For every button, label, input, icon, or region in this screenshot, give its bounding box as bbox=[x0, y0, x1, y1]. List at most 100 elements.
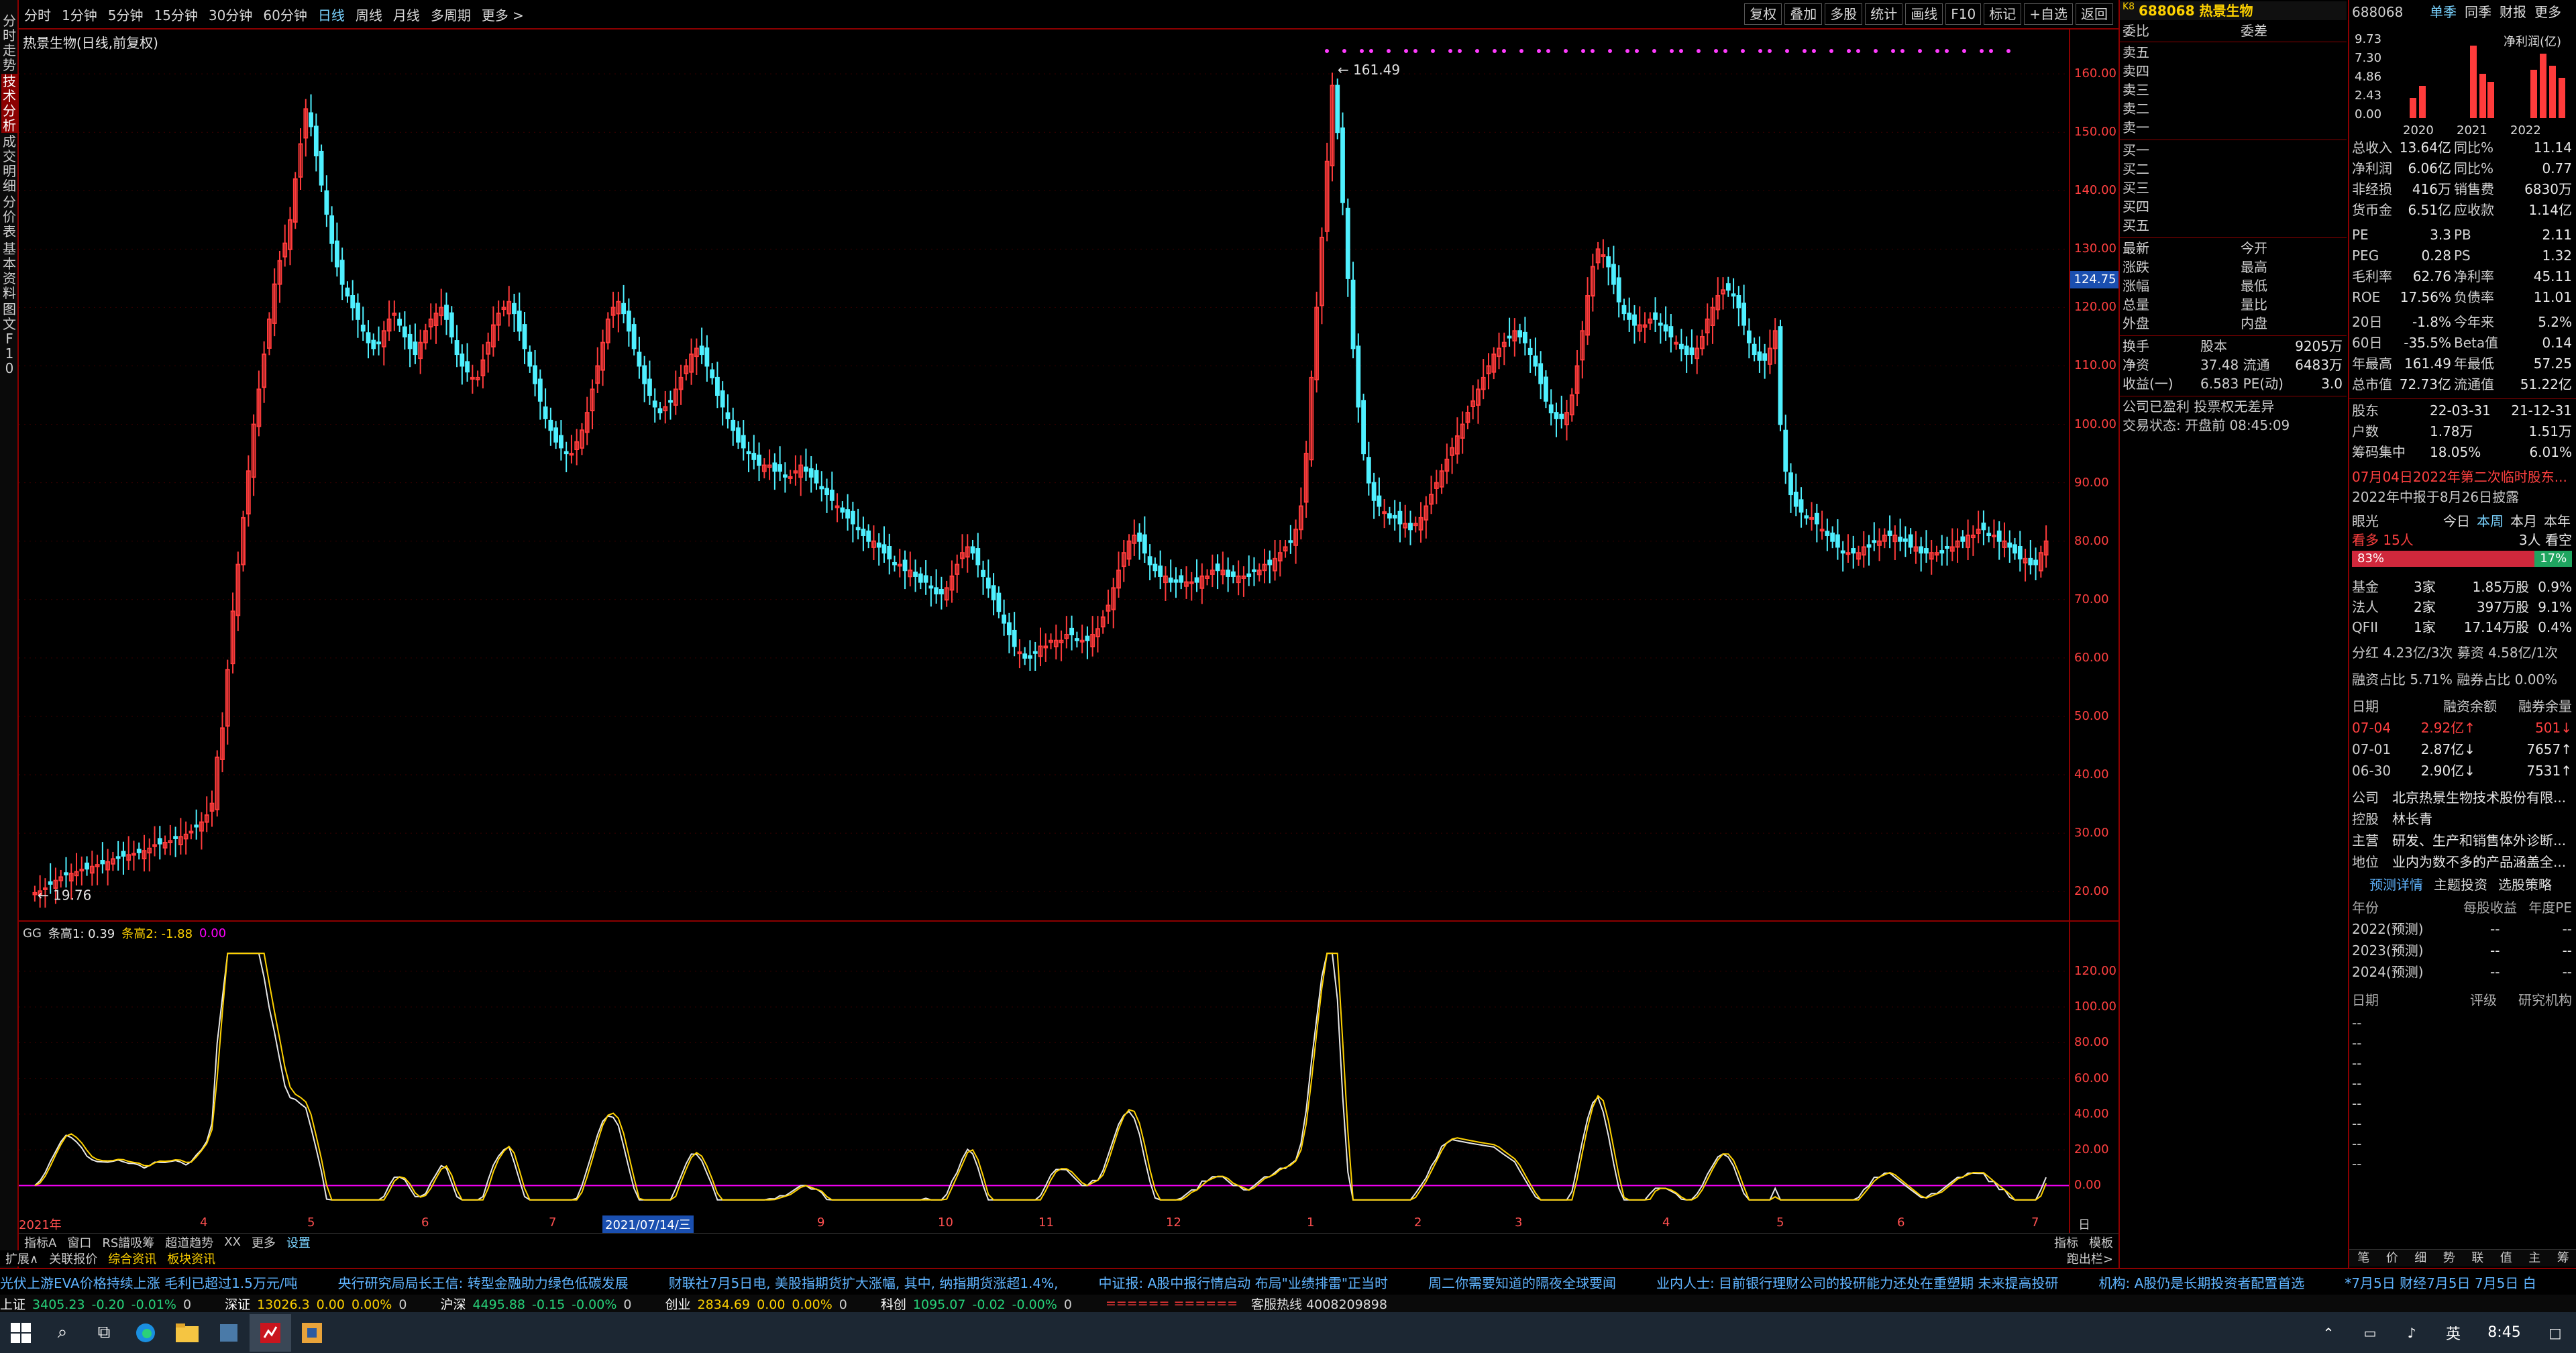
extension-tab-0[interactable]: 扩展∧ bbox=[0, 1250, 44, 1267]
finance-value: 72.73亿 bbox=[2399, 376, 2451, 392]
news-item-5[interactable]: 业内人士: 目前银行理财公司的投研能力还处在重塑期 未来提高投研 bbox=[1656, 1273, 2058, 1292]
forecast-tab-2[interactable]: 选股策略 bbox=[2498, 875, 2552, 894]
sidebar-tab-2[interactable]: 成交明细 bbox=[1, 134, 17, 193]
input-language[interactable]: 英 bbox=[2432, 1314, 2474, 1352]
indicator-name[interactable]: GG bbox=[23, 926, 42, 940]
tool-button-8[interactable]: 返回 bbox=[2076, 3, 2113, 25]
app-icon-1[interactable] bbox=[208, 1314, 250, 1352]
kline-chart[interactable]: ← 161.49 ← 19.76 bbox=[19, 30, 2118, 922]
finance-bottom-tab-5[interactable]: 值 bbox=[2492, 1250, 2521, 1266]
indicator-right-tab-0[interactable]: 指标 bbox=[2049, 1234, 2084, 1251]
finance-tab-2[interactable]: 财报 bbox=[2500, 3, 2526, 21]
forecast-tab-0[interactable]: 预测详情 bbox=[2369, 875, 2423, 894]
sidebar-tab-1[interactable]: 技术分析 bbox=[1, 74, 17, 133]
tool-button-1[interactable]: 叠加 bbox=[1784, 3, 1823, 25]
tool-button-0[interactable]: 复权 bbox=[1744, 3, 1782, 25]
period-tab-5[interactable]: 60分钟 bbox=[258, 5, 312, 24]
indicator-tab-6[interactable]: 设置 bbox=[281, 1234, 316, 1251]
indicator-tab-2[interactable]: RS譜吸筹 bbox=[97, 1234, 160, 1251]
app-icon-2[interactable] bbox=[291, 1314, 333, 1352]
news-item-6[interactable]: 机构: A股仍是长期投资者配置首选 bbox=[2099, 1273, 2305, 1292]
index-3[interactable]: 创业 2834.69 0.00 0.00% 0 bbox=[665, 1295, 854, 1313]
finance-tab-3[interactable]: 更多 bbox=[2534, 3, 2561, 21]
index-2[interactable]: 沪深 4495.88 -0.15 -0.00% 0 bbox=[440, 1295, 638, 1313]
news-item-1[interactable]: 央行研究局局长王信: 转型金融助力绿色低碳发展 bbox=[338, 1273, 629, 1292]
notification-icon[interactable]: □ bbox=[2534, 1314, 2576, 1352]
extension-tab-1[interactable]: 关联报价 bbox=[44, 1250, 103, 1267]
forecast-tab-1[interactable]: 主题投资 bbox=[2434, 875, 2487, 894]
tool-button-7[interactable]: +自选 bbox=[2024, 3, 2073, 25]
extension-tab-2[interactable]: 综合资讯 bbox=[103, 1250, 162, 1267]
system-clock[interactable]: 8:45 bbox=[2474, 1314, 2534, 1352]
tool-button-6[interactable]: 标记 bbox=[1984, 3, 2022, 25]
indicator-chart[interactable] bbox=[19, 922, 2069, 1217]
finance-bottom-tab-1[interactable]: 价 bbox=[2378, 1250, 2407, 1266]
network-icon[interactable]: ▭ bbox=[2349, 1314, 2391, 1352]
sidebar-tab-5[interactable]: 图文F10 bbox=[1, 302, 17, 376]
tool-button-2[interactable]: 多股 bbox=[1825, 3, 1863, 25]
news-item-3[interactable]: 中证报: A股中报行情启动 布局"业绩排雷"正当时 bbox=[1099, 1273, 1389, 1292]
index-1[interactable]: 深证 13026.3 0.00 0.00% 0 bbox=[225, 1295, 413, 1313]
sidebar-tab-0[interactable]: 分时走势 bbox=[1, 13, 17, 72]
finance-bottom-tab-3[interactable]: 势 bbox=[2435, 1250, 2464, 1266]
candle-body bbox=[1606, 256, 1611, 268]
indicator-tab-4[interactable]: XX bbox=[219, 1235, 246, 1249]
tool-button-4[interactable]: 画线 bbox=[1905, 3, 1943, 25]
finance-bottom-tab-0[interactable]: 笔 bbox=[2349, 1250, 2378, 1266]
extension-right-tab[interactable]: 跑出栏> bbox=[2061, 1250, 2118, 1267]
candle-body bbox=[1382, 511, 1387, 515]
news-item-7[interactable]: *7月5日 财经7月5日 7月5日 白 bbox=[2345, 1273, 2536, 1292]
finance-tab-0[interactable]: 单季 bbox=[2430, 3, 2457, 21]
sentiment-tab-2[interactable]: 本月 bbox=[2510, 512, 2537, 531]
task-view-icon[interactable]: ⧉ bbox=[83, 1314, 125, 1352]
index-0[interactable]: 上证 3405.23 -0.20 -0.01% 0 bbox=[0, 1295, 198, 1313]
indicator-tab-3[interactable]: 超道趋势 bbox=[160, 1234, 219, 1251]
finance-label: 总收入 bbox=[2352, 140, 2392, 156]
sidebar-tab-3[interactable]: 分价表 bbox=[1, 195, 17, 239]
indicator-tab-0[interactable]: 指标A bbox=[19, 1234, 62, 1251]
extension-tab-3[interactable]: 板块资讯 bbox=[162, 1250, 221, 1267]
finance-bottom-tab-7[interactable]: 筹 bbox=[2549, 1250, 2576, 1266]
edge-browser-icon[interactable] bbox=[125, 1314, 166, 1352]
candle-body bbox=[720, 390, 725, 408]
quote-extra-row-2: 收益(一) 6.583 PE(动) 3.0 bbox=[2120, 374, 2347, 393]
finance-tab-1[interactable]: 同季 bbox=[2465, 3, 2491, 21]
period-tab-6[interactable]: 日线 bbox=[313, 5, 350, 24]
sidebar-tab-4[interactable]: 基本资料 bbox=[1, 241, 17, 301]
search-icon[interactable]: ⌕ bbox=[42, 1314, 83, 1352]
news-item-0[interactable]: 光伏上游EVA价格持续上涨 毛利已超过1.5万元/吨 bbox=[0, 1273, 298, 1292]
finance-bottom-tab-2[interactable]: 细 bbox=[2406, 1250, 2435, 1266]
period-tab-3[interactable]: 15分钟 bbox=[148, 5, 203, 24]
windows-start-icon[interactable] bbox=[0, 1314, 42, 1352]
sentiment-tab-0[interactable]: 今日 bbox=[2443, 512, 2470, 531]
sentiment-tab-1[interactable]: 本周 bbox=[2477, 512, 2504, 531]
tray-arrow-icon[interactable]: ⌃ bbox=[2308, 1314, 2349, 1352]
finance-bottom-tab-4[interactable]: 联 bbox=[2463, 1250, 2492, 1266]
news-item-4[interactable]: 周二你需要知道的隔夜全球要闻 bbox=[1428, 1273, 1616, 1292]
file-explorer-icon[interactable] bbox=[166, 1314, 208, 1352]
profit-bar bbox=[2549, 66, 2556, 118]
announcement-link[interactable]: 07月04日2022年第二次临时股东... bbox=[2349, 468, 2576, 486]
indicator-right-tab-1[interactable]: 模板 bbox=[2084, 1234, 2118, 1251]
tool-button-5[interactable]: F10 bbox=[1945, 3, 1982, 25]
period-tab-10[interactable]: 更多 > bbox=[476, 5, 529, 24]
finance-bottom-tab-6[interactable]: 主 bbox=[2520, 1250, 2549, 1266]
volume-icon[interactable]: ♪ bbox=[2391, 1314, 2432, 1352]
period-tab-8[interactable]: 月线 bbox=[388, 5, 425, 24]
candle-body bbox=[1142, 534, 1147, 554]
period-tab-4[interactable]: 30分钟 bbox=[203, 5, 258, 24]
indicator-tab-1[interactable]: 窗口 bbox=[62, 1234, 97, 1251]
sentiment-tab-3[interactable]: 本年 bbox=[2544, 512, 2571, 531]
period-tab-0[interactable]: 分时 bbox=[19, 5, 56, 24]
index-4[interactable]: 科创 1095.07 -0.02 -0.00% 0 bbox=[881, 1295, 1079, 1313]
period-tab-1[interactable]: 1分钟 bbox=[56, 5, 103, 24]
period-tab-9[interactable]: 多周期 bbox=[425, 5, 476, 24]
stock-app-icon[interactable] bbox=[250, 1313, 291, 1352]
news-item-2[interactable]: 财联社7月5日电, 美股指期货扩大涨幅, 其中, 纳指期货涨超1.4%, bbox=[669, 1273, 1059, 1292]
period-tab-2[interactable]: 5分钟 bbox=[103, 5, 149, 24]
period-tab-7[interactable]: 周线 bbox=[350, 5, 388, 24]
indicator-tab-5[interactable]: 更多 bbox=[246, 1234, 281, 1251]
news-ticker[interactable]: 光伏上游EVA价格持续上涨 毛利已超过1.5万元/吨 央行研究局局长王信: 转型金… bbox=[0, 1268, 2576, 1295]
candlestick-chart[interactable]: ← 161.49 ← 19.76 bbox=[19, 30, 2069, 922]
tool-button-3[interactable]: 统计 bbox=[1865, 3, 1903, 25]
